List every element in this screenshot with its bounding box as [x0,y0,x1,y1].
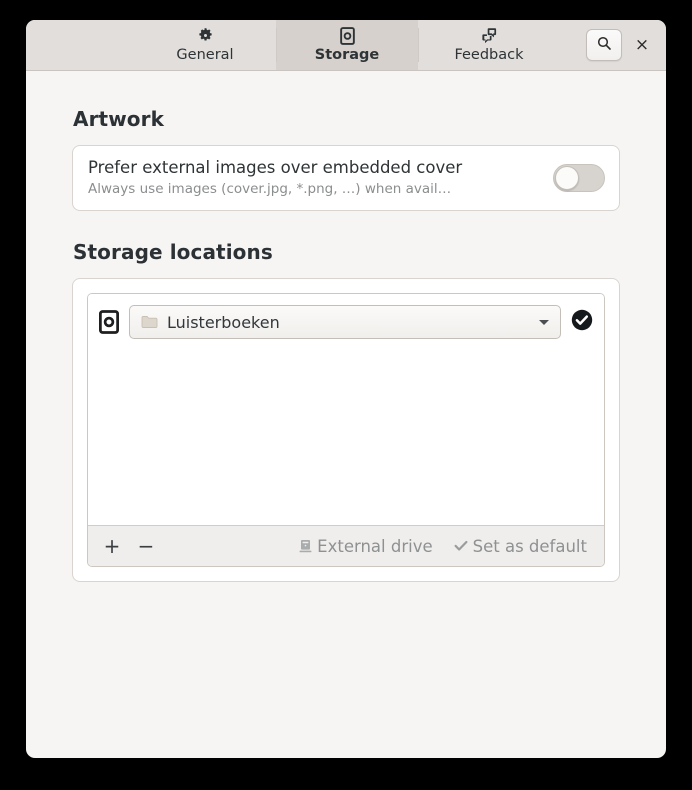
header-actions: × [586,20,666,70]
header-bar: General Storage Feedback × [26,20,666,71]
storage-locations-card: Luisterboeken + − External drive Set as … [72,278,620,582]
search-icon [596,35,612,55]
check-icon [454,540,468,552]
drive-icon [339,26,355,45]
prefer-external-images-subtitle: Always use images (cover.jpg, *.png, …) … [88,181,452,197]
storage-location-name: Luisterboeken [167,312,280,332]
set-as-default-label: Set as default [472,536,587,556]
check-circle-icon [570,308,594,336]
add-location-button[interactable]: + [95,531,129,561]
external-drive-button[interactable]: External drive [292,531,439,561]
preferences-window: General Storage Feedback × Artwork Prefe… [26,20,666,758]
tab-bar: General Storage Feedback [134,20,560,70]
tab-feedback-label: Feedback [454,46,524,63]
tab-general-label: General [176,46,234,63]
drive-icon [98,309,120,335]
plus-icon: + [103,534,121,558]
storage-locations-heading: Storage locations [73,240,273,264]
artwork-heading: Artwork [73,107,164,131]
storage-locations-list: Luisterboeken [88,294,604,525]
list-item[interactable]: Luisterboeken [98,303,594,341]
storage-locations-toolbar: + − External drive Set as default [88,525,604,566]
external-drive-icon [299,539,312,554]
tab-general[interactable]: General [134,20,276,70]
close-icon: × [634,34,650,55]
search-button[interactable] [586,29,622,61]
tab-storage[interactable]: Storage [276,20,418,70]
remove-location-button[interactable]: − [129,531,163,561]
default-location-badge[interactable] [570,308,594,336]
storage-locations-frame: Luisterboeken + − External drive Set as … [87,293,605,567]
chevron-down-icon [538,318,550,326]
artwork-card: Prefer external images over embedded cov… [72,145,620,211]
gear-icon [197,27,214,44]
prefer-external-images-title: Prefer external images over embedded cov… [88,158,463,177]
minus-icon: − [137,534,155,558]
tab-feedback[interactable]: Feedback [418,20,560,70]
chat-bubbles-icon [481,27,498,44]
close-button[interactable]: × [628,31,656,59]
prefer-external-images-toggle[interactable] [553,163,605,192]
prefer-external-images-row: Prefer external images over embedded cov… [73,146,619,210]
storage-location-dropdown[interactable]: Luisterboeken [129,305,561,339]
toggle-knob [555,165,579,190]
tab-storage-label: Storage [314,46,380,63]
folder-icon [141,315,158,329]
external-drive-label: External drive [317,536,433,556]
prefer-external-images-text: Prefer external images over embedded cov… [88,157,541,198]
preferences-content: Artwork Prefer external images over embe… [26,71,666,582]
set-as-default-button[interactable]: Set as default [447,531,594,561]
